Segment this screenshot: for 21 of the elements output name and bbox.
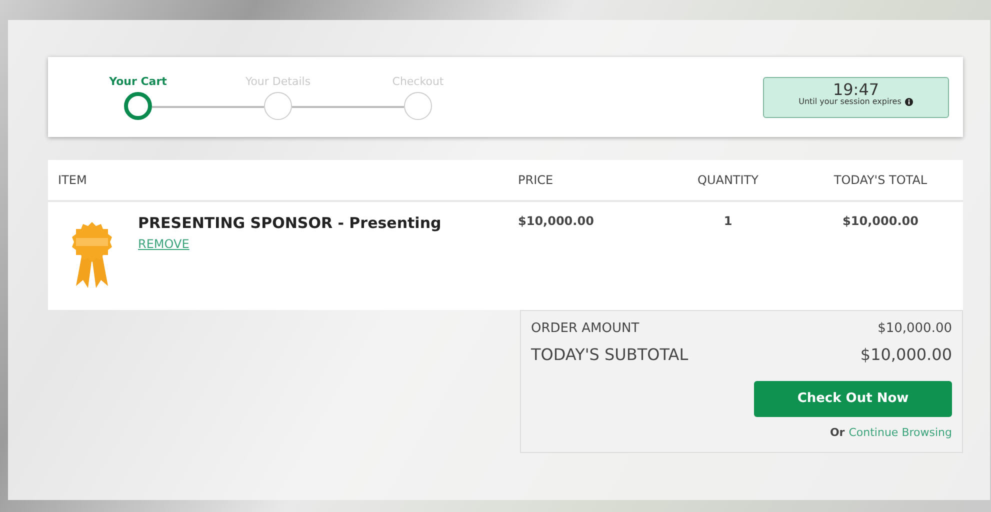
step-label[interactable]: Your Cart (109, 74, 167, 92)
column-header: ITEM (58, 173, 87, 187)
table-cell: 1 (724, 214, 732, 228)
continue-browsing-link[interactable]: Continue Browsing (848, 424, 952, 441)
info-icon[interactable] (905, 98, 914, 106)
summary-value: $10,000.00 (860, 344, 952, 366)
checkout-button[interactable]: Check Out Now (754, 380, 952, 416)
timer-time: 19:47 (832, 80, 880, 98)
item-name: PRESENTING SPONSOR - Presenting (138, 213, 442, 234)
or-text: Or (830, 424, 845, 440)
table-cell: $10,000.00 (842, 214, 918, 228)
remove-link[interactable]: REMOVE (138, 236, 190, 250)
column-header: TODAY'S TOTAL (834, 173, 928, 187)
summary-label: TODAY'S SUBTOTAL (531, 344, 688, 366)
step-circle[interactable] (124, 92, 152, 120)
column-header: PRICE (518, 173, 554, 187)
summary-value: $10,000.00 (878, 320, 952, 338)
timer-note: Until your session expires (798, 98, 902, 107)
summary-label: ORDER AMOUNT (531, 320, 640, 338)
table-cell: $10,000.00 (518, 214, 594, 228)
column-header: QUANTITY (698, 173, 758, 187)
